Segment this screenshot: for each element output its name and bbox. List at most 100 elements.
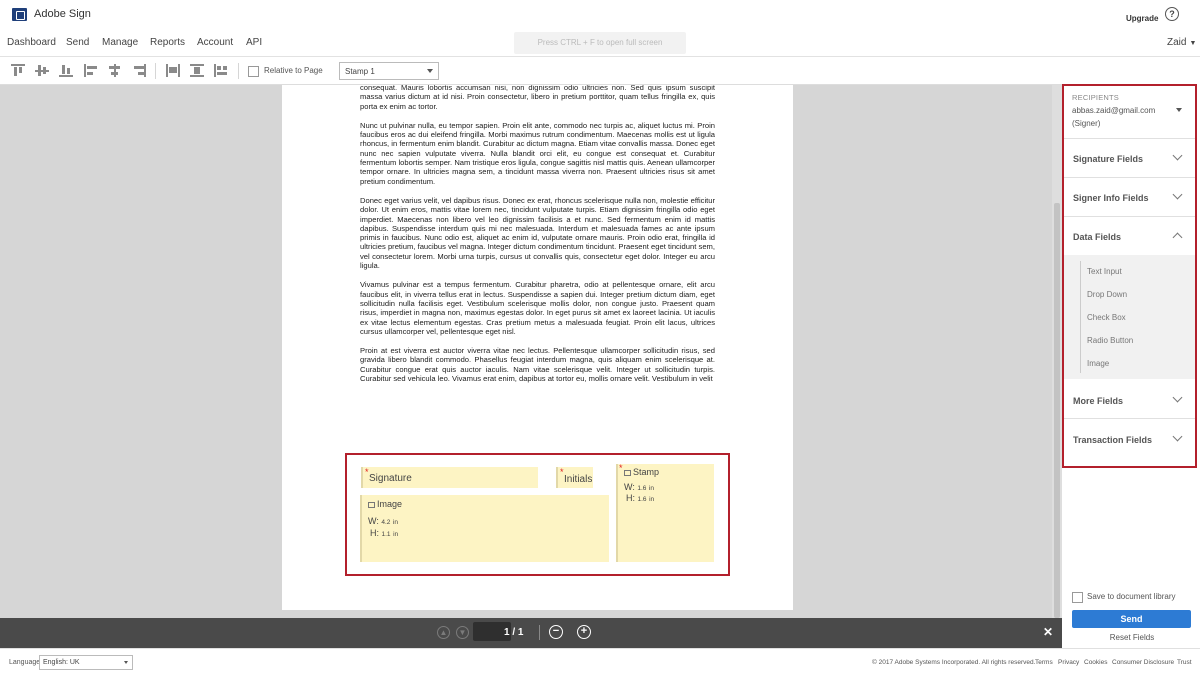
- relative-to-page-checkbox[interactable]: [248, 66, 259, 77]
- section-more-fields[interactable]: More Fields: [1064, 379, 1195, 418]
- stamp-field-label: Stamp: [624, 467, 659, 477]
- language-label: Language: [9, 659, 41, 666]
- document-viewer: consequat. Mauris lobortis accumsan nisi…: [0, 85, 1062, 618]
- help-icon[interactable]: ?: [1165, 7, 1179, 21]
- data-fields-list: Text Input Drop Down Check Box Radio But…: [1064, 255, 1195, 379]
- stamp-height: H: 1.6 in: [626, 493, 655, 503]
- required-mark: *: [619, 463, 623, 473]
- adobe-sign-logo: [12, 8, 27, 21]
- nav-manage[interactable]: Manage: [102, 37, 138, 48]
- save-to-library-label: Save to document library: [1087, 592, 1176, 601]
- save-to-library-checkbox[interactable]: [1072, 592, 1083, 603]
- stamp-select-value: Stamp 1: [345, 67, 375, 76]
- send-button[interactable]: Send: [1072, 610, 1191, 628]
- image-icon: [368, 501, 375, 508]
- stamp-icon: [624, 469, 631, 476]
- paragraph: consequat. Mauris lobortis accumsan nisi…: [360, 85, 715, 111]
- section-title: More Fields: [1073, 396, 1124, 406]
- footer-link-trust[interactable]: Trust: [1177, 659, 1192, 666]
- field-text-input[interactable]: Text Input: [1087, 267, 1122, 276]
- fields-panel: RECIPIENTS abbas.zaid@gmail.com (Signer)…: [1062, 57, 1200, 648]
- user-name: Zaid: [1167, 37, 1187, 48]
- distribute-horizontal-icon[interactable]: [166, 64, 180, 77]
- required-mark: *: [365, 467, 369, 477]
- image-field[interactable]: Image W: 4.2 in H: 1.1 in: [360, 495, 609, 562]
- paragraph: Vivamus pulvinar est a tempus fermentum.…: [360, 280, 715, 336]
- app-title: Adobe Sign: [34, 8, 91, 20]
- match-size-icon[interactable]: [214, 64, 228, 77]
- section-signature-fields[interactable]: Signature Fields: [1064, 138, 1195, 177]
- footer-link-consumer-disclosure[interactable]: Consumer Disclosure: [1112, 659, 1174, 666]
- section-data-fields[interactable]: Data Fields: [1064, 216, 1195, 255]
- image-height: H: 1.1 in: [370, 528, 399, 538]
- field-check-box[interactable]: Check Box: [1087, 313, 1126, 322]
- form-fields-highlight: * Signature * Initials * Stamp W: 1.6 in…: [345, 453, 730, 576]
- main-nav: Dashboard Send Manage Reports Account AP…: [0, 30, 1200, 57]
- document-page: consequat. Mauris lobortis accumsan nisi…: [282, 85, 793, 610]
- section-title: Signer Info Fields: [1073, 193, 1149, 203]
- language-value: English: UK: [43, 659, 80, 666]
- field-drop-down[interactable]: Drop Down: [1087, 290, 1127, 299]
- stamp-width: W: 1.6 in: [624, 482, 654, 492]
- align-left-icon[interactable]: [84, 64, 98, 77]
- footer-link-privacy[interactable]: Privacy: [1058, 659, 1079, 666]
- relative-to-page-label: Relative to Page: [264, 66, 323, 75]
- reset-fields-link[interactable]: Reset Fields: [1062, 633, 1200, 642]
- chevron-up-icon: [1172, 232, 1183, 243]
- chevron-down-icon: [1172, 431, 1183, 442]
- viewer-scrollbar[interactable]: [1052, 85, 1062, 618]
- toolbar-divider: [155, 63, 156, 79]
- footer-link-terms[interactable]: Terms: [1035, 659, 1053, 666]
- language-select[interactable]: English: UK: [39, 655, 133, 670]
- align-center-icon[interactable]: [108, 64, 122, 77]
- arrow-up-icon[interactable]: ▲: [437, 626, 450, 639]
- nav-api[interactable]: API: [246, 37, 262, 48]
- recipients-header: RECIPIENTS: [1072, 93, 1120, 102]
- chevron-down-icon: ▼: [1189, 40, 1197, 47]
- paragraph: Proin at est viverra est auctor viverra …: [360, 346, 715, 384]
- nav-send[interactable]: Send: [66, 37, 89, 48]
- zoom-in-icon[interactable]: +: [577, 625, 591, 639]
- stamp-select[interactable]: Stamp 1: [339, 62, 439, 80]
- required-mark: *: [560, 467, 564, 477]
- section-transaction-fields[interactable]: Transaction Fields: [1064, 418, 1195, 462]
- initials-field-label: Initials: [564, 474, 593, 485]
- paragraph: Nunc ut pulvinar nulla, eu tempor sapien…: [360, 120, 715, 186]
- section-signer-info-fields[interactable]: Signer Info Fields: [1064, 177, 1195, 216]
- field-image[interactable]: Image: [1087, 359, 1109, 368]
- footer-link-cookies[interactable]: Cookies: [1084, 659, 1107, 666]
- chevron-down-icon: [1172, 150, 1183, 161]
- initials-field[interactable]: * Initials: [556, 467, 593, 488]
- user-menu[interactable]: Zaid ▼: [1167, 37, 1196, 48]
- field-radio-button[interactable]: Radio Button: [1087, 336, 1133, 345]
- nav-dashboard[interactable]: Dashboard: [7, 37, 56, 48]
- align-middle-icon[interactable]: [35, 64, 49, 77]
- stamp-field[interactable]: * Stamp W: 1.6 in H: 1.6 in: [616, 463, 714, 562]
- signature-field[interactable]: * Signature: [361, 467, 538, 488]
- alignment-toolbar: Relative to Page Stamp 1: [0, 57, 1062, 85]
- zoom-out-icon[interactable]: −: [549, 625, 563, 639]
- tree-line: [1080, 261, 1081, 373]
- fullscreen-hint: Press CTRL + F to open full screen: [514, 32, 686, 54]
- section-title: Transaction Fields: [1073, 435, 1153, 445]
- upgrade-link[interactable]: Upgrade: [1126, 14, 1158, 23]
- chevron-down-icon: [1172, 189, 1183, 200]
- close-icon[interactable]: ✕: [1043, 625, 1053, 639]
- chevron-down-icon[interactable]: [1176, 108, 1182, 112]
- align-right-icon[interactable]: [132, 64, 146, 77]
- recipient-email[interactable]: abbas.zaid@gmail.com: [1072, 106, 1155, 115]
- scrollbar-thumb[interactable]: [1054, 203, 1060, 618]
- align-bottom-icon[interactable]: [59, 64, 73, 77]
- nav-account[interactable]: Account: [197, 37, 233, 48]
- chevron-down-icon: [124, 661, 128, 664]
- nav-reports[interactable]: Reports: [150, 37, 185, 48]
- distribute-vertical-icon[interactable]: [190, 64, 204, 77]
- align-top-icon[interactable]: [11, 64, 25, 77]
- copyright: © 2017 Adobe Systems Incorporated. All r…: [872, 659, 1036, 666]
- paragraph: Donec eget varius velit, vel dapibus ris…: [360, 195, 715, 271]
- section-title: Signature Fields: [1073, 154, 1144, 164]
- page-indicator: 1 / 1: [504, 627, 524, 638]
- pagebar-divider: [539, 625, 540, 640]
- image-width: W: 4.2 in: [368, 516, 398, 526]
- arrow-down-icon[interactable]: ▼: [456, 626, 469, 639]
